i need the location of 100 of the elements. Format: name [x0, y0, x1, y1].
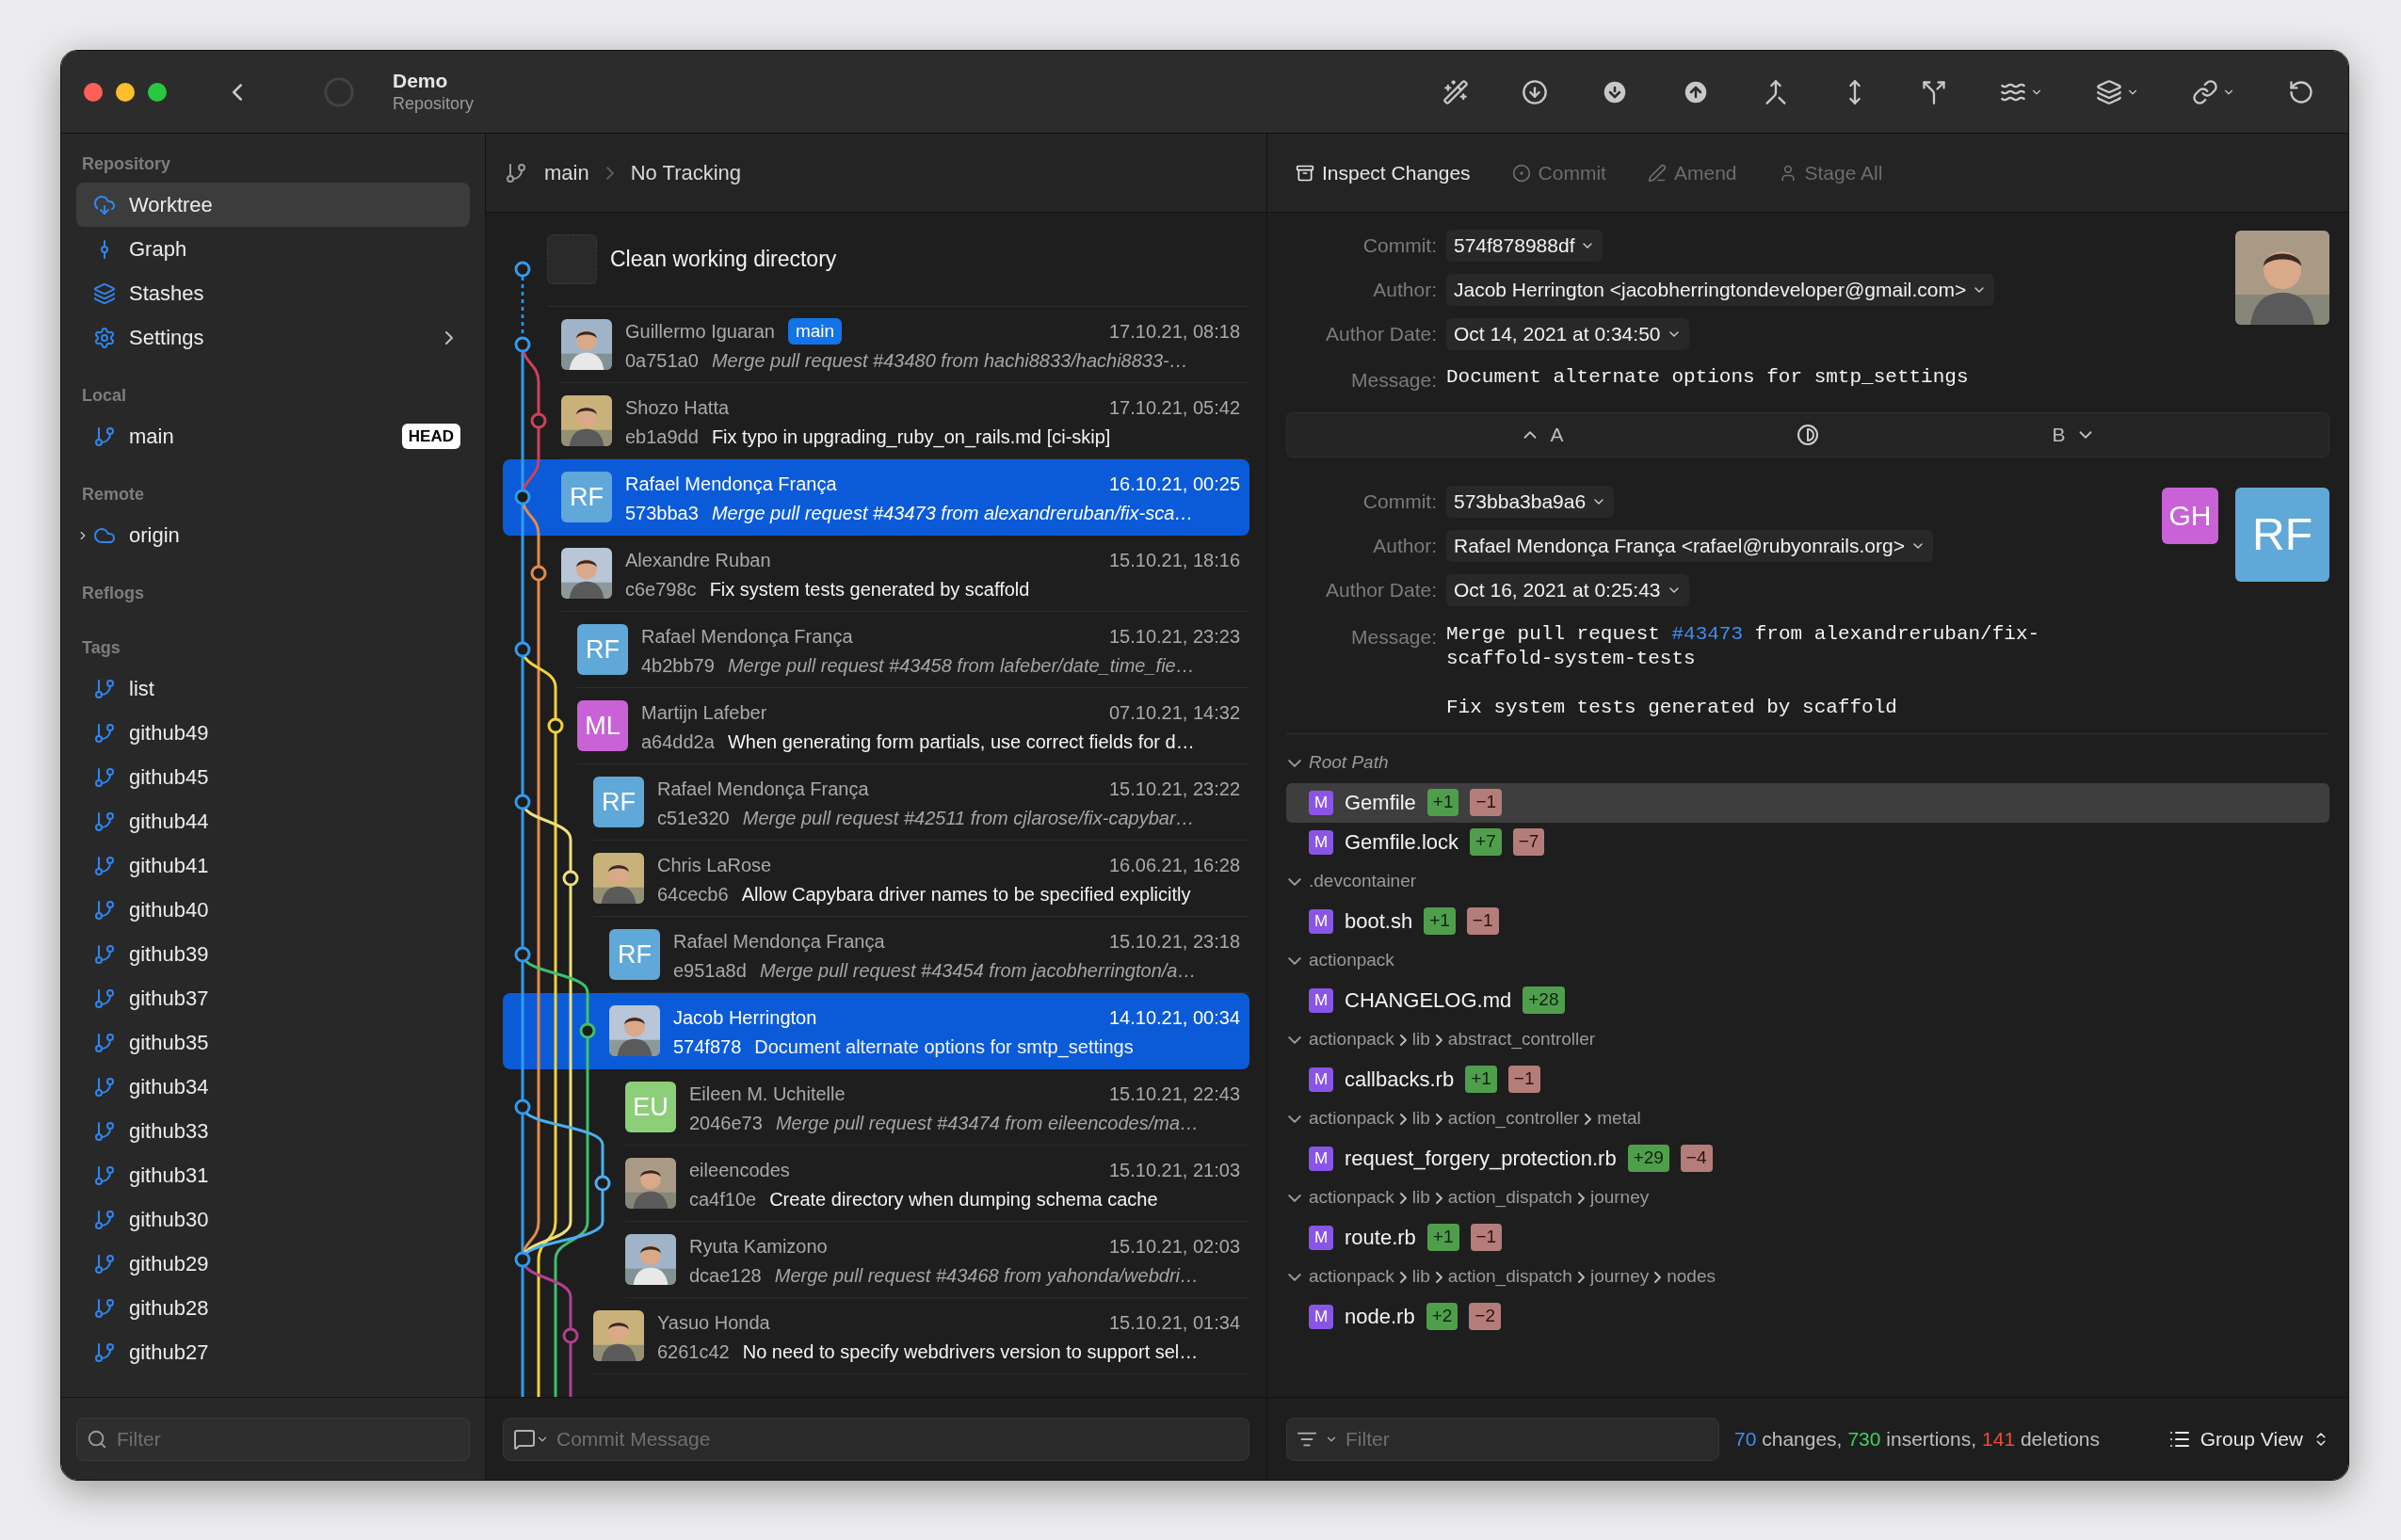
branch-icon: [93, 810, 116, 833]
commit-row[interactable]: Chris LaRose 16.06.21, 16:28 64cecb6 Allow Capybara driver names to be specified explicitly: [503, 841, 1249, 917]
sidebar-item[interactable]: github34: [76, 1065, 470, 1109]
commit-hash: a64dd2a: [641, 730, 715, 754]
folder-header[interactable]: actionpack: [1286, 940, 2329, 981]
folder-header[interactable]: actionpack lib action_dispatch journey: [1286, 1178, 2329, 1218]
link-menu-button[interactable]: [2192, 78, 2235, 105]
sidebar-item[interactable]: Stashes: [76, 271, 470, 315]
commit-hash: ca4f10e: [689, 1188, 757, 1211]
author-menu[interactable]: Jacob Herrington <jacobherringtondeveloper@gmail.com>: [1446, 273, 1995, 306]
initials-avatar: EU: [625, 1082, 676, 1132]
commit-row[interactable]: Jacob Herrington 14.10.21, 00:34 574f878 Document alternate options for smtp_settings: [503, 993, 1249, 1069]
chevron-right-icon: [1435, 1034, 1442, 1046]
file-row[interactable]: M node.rb +2 −2: [1286, 1296, 2329, 1337]
branch-split-icon[interactable]: [1921, 78, 1947, 105]
layers-menu-button[interactable]: [2096, 78, 2139, 105]
commit-row[interactable]: Guillermo Iguaran main 17.10.21, 08:18 0a751a0 Merge pull request #43480 from hachi8833/hachi8833-…: [503, 307, 1249, 383]
commit-message-field[interactable]: Commit Message: [503, 1417, 1249, 1461]
file-row[interactable]: M boot.sh +1 −1: [1286, 901, 2329, 941]
tracking-status[interactable]: No Tracking: [630, 157, 742, 188]
sidebar-item[interactable]: main HEAD: [76, 414, 470, 458]
message-menu-button[interactable]: [513, 1427, 549, 1451]
author-name: Ryuta Kamizono: [689, 1235, 828, 1259]
filter-input[interactable]: Filter: [1346, 1423, 1709, 1454]
sidebar-item[interactable]: github45: [76, 755, 470, 799]
commit-hash-menu[interactable]: 573bba3ba9a6: [1446, 486, 1615, 518]
folder-header[interactable]: .devcontainer: [1286, 861, 2329, 902]
sidebar-item[interactable]: github28: [76, 1286, 470, 1330]
commit-row[interactable]: Yasuo Honda 15.10.21, 01:34 6261c42 No need to specify webdrivers version to support sel…: [503, 1298, 1249, 1374]
branch-icon: [93, 942, 116, 966]
fetch-icon[interactable]: [1522, 78, 1548, 105]
file-row[interactable]: M Gemfile +1 −1: [1286, 782, 2329, 823]
pull-request-link[interactable]: #43473: [1671, 622, 1744, 645]
sidebar-item[interactable]: github30: [76, 1197, 470, 1242]
file-row[interactable]: M route.rb +1 −1: [1286, 1217, 2329, 1258]
undo-icon[interactable]: [2288, 78, 2314, 105]
filter-input[interactable]: Filter: [117, 1423, 459, 1454]
commit-message: Fix typo in upgrading_ruby_on_rails.md [ci-skip]: [711, 425, 1111, 450]
filter-field[interactable]: Filter: [1286, 1417, 1719, 1461]
commit-row[interactable]: Ryuta Kamizono 15.10.21, 02:03 dcae128 Merge pull request #43468 from yahonda/webdri…: [503, 1222, 1249, 1298]
sidebar-item[interactable]: github37: [76, 976, 470, 1020]
commit-row[interactable]: EU Eileen M. Uchitelle 15.10.21, 22:43 2046e73 Merge pull request #43474 from eileencodes/ma…: [503, 1069, 1249, 1146]
commit-row[interactable]: eileencodes 15.10.21, 21:03 ca4f10e Create directory when dumping schema cache: [503, 1146, 1249, 1222]
commit-hash: 64cecb6: [657, 883, 729, 906]
zoom-button[interactable]: [148, 82, 167, 102]
chevron-down-icon: [1288, 759, 1301, 767]
sidebar-item[interactable]: origin: [76, 513, 470, 557]
magic-wand-icon[interactable]: [1442, 78, 1469, 105]
sidebar-item[interactable]: github41: [76, 843, 470, 888]
sidebar-item[interactable]: github33: [76, 1109, 470, 1153]
insertions-badge: +1: [1426, 1224, 1459, 1251]
commit-hash: 573bba3: [625, 502, 699, 525]
commit-row[interactable]: RF Rafael Mendonça França 15.10.21, 23:22 c51e320 Merge pull request #42511 from cjlarose/fix-capybar…: [503, 764, 1249, 841]
branch-tag: main: [787, 317, 843, 345]
sidebar-item[interactable]: github44: [76, 799, 470, 843]
filter-field[interactable]: Filter: [76, 1417, 470, 1461]
contrast-icon[interactable]: [1797, 423, 1819, 446]
initials-avatar: GH: [2162, 487, 2218, 544]
status-badge: M: [1309, 1225, 1333, 1250]
commit-hash-menu[interactable]: 574f878988df: [1446, 229, 1603, 262]
toolbar-button[interactable]: Inspect Changes: [1296, 157, 1471, 188]
file-name: CHANGELOG.md: [1345, 987, 1512, 1014]
folder-header[interactable]: Root Path: [1286, 743, 2329, 783]
sidebar-item[interactable]: github27: [76, 1330, 470, 1374]
folder-header[interactable]: actionpack lib action_dispatch journey nodes: [1286, 1257, 2329, 1297]
sidebar-item[interactable]: github40: [76, 888, 470, 932]
deletions-badge: −4: [1680, 1145, 1713, 1172]
sidebar-item[interactable]: github49: [76, 711, 470, 755]
insertions-badge: +29: [1627, 1145, 1669, 1172]
status-badge: M: [1309, 1067, 1333, 1092]
file-row[interactable]: M CHANGELOG.md +28: [1286, 980, 2329, 1020]
side-a-button[interactable]: A: [1287, 419, 1797, 450]
sidebar-item[interactable]: Graph: [76, 227, 470, 271]
sidebar-item[interactable]: github31: [76, 1153, 470, 1197]
file-row[interactable]: M request_forgery_protection.rb +29 −4: [1286, 1138, 2329, 1179]
insertions-badge: +1: [1426, 789, 1459, 816]
author-menu[interactable]: Rafael Mendonça França <rafael@rubyonrails.org>: [1446, 530, 1933, 562]
branch-name[interactable]: main: [544, 157, 589, 188]
commit-row[interactable]: RF Rafael Mendonça França 16.10.21, 00:25 573bba3 Merge pull request #43473 from alexandreruban/fix-sca…: [503, 459, 1249, 536]
close-button[interactable]: [84, 82, 103, 102]
commit-row[interactable]: ML Martijn Lafeber 07.10.21, 14:32 a64dd2a When generating form partials, use correct fields for d…: [503, 688, 1249, 764]
folder-header[interactable]: actionpack lib abstract_controller: [1286, 1019, 2329, 1060]
group-view-button[interactable]: Group View: [2167, 1423, 2329, 1454]
file-row[interactable]: M Gemfile.lock +7 −7: [1286, 822, 2329, 862]
minimize-button[interactable]: [116, 82, 135, 102]
side-b-button[interactable]: B: [1819, 419, 2328, 450]
sidebar-item[interactable]: Worktree: [76, 183, 470, 227]
field-label: Message:: [1349, 368, 1438, 393]
commit-row[interactable]: Alexandre Ruban 15.10.21, 18:16 c6e798c Fix system tests generated by scaffold: [503, 536, 1249, 612]
sidebar-item[interactable]: github29: [76, 1242, 470, 1286]
sidebar-item[interactable]: Settings: [76, 315, 470, 360]
branch-icon: [93, 1296, 116, 1320]
date-menu[interactable]: Oct 16, 2021 at 0:25:43: [1446, 574, 1689, 606]
date-menu[interactable]: Oct 14, 2021 at 0:34:50: [1446, 317, 1689, 350]
folder-header[interactable]: actionpack lib action_controller metal: [1286, 1099, 2329, 1139]
commit-row[interactable]: RF Rafael Mendonça França 15.10.21, 23:23 4b2bb79 Merge pull request #43458 from lafeber/date_time_fie…: [503, 612, 1249, 688]
sidebar-item[interactable]: github39: [76, 932, 470, 976]
sidebar-item[interactable]: list: [76, 666, 470, 711]
sidebar-item[interactable]: github35: [76, 1020, 470, 1065]
file-row[interactable]: M callbacks.rb +1 −1: [1286, 1059, 2329, 1099]
